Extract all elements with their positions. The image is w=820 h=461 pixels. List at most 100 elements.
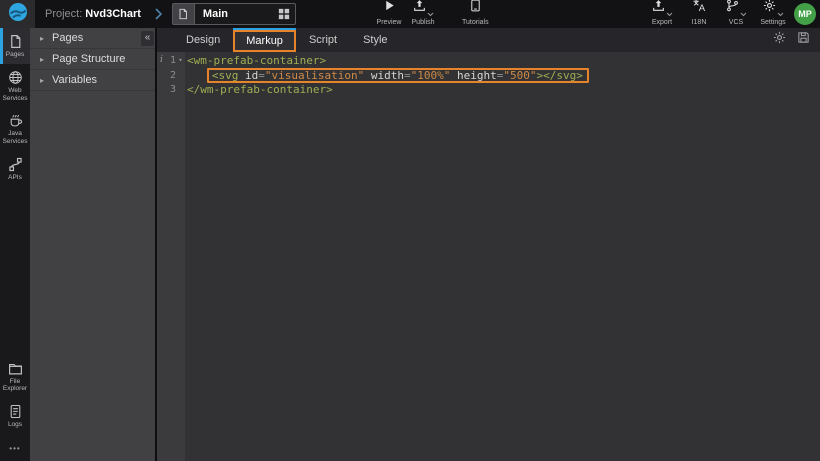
vcs-icon xyxy=(726,0,739,17)
annotation-highlight-box: <svg id="visualisation" width="100%" hei… xyxy=(207,68,589,83)
chevron-right-icon xyxy=(155,8,162,20)
gutter-cell: 3 xyxy=(157,83,185,96)
settings-button[interactable]: Settings xyxy=(760,0,786,28)
page-tab-label: Main xyxy=(195,8,278,20)
sidebar-item-label: APIs xyxy=(1,174,29,182)
toolbar-tutorials: Tutorials xyxy=(462,0,489,28)
markup-settings-button[interactable] xyxy=(773,31,786,49)
gear-icon xyxy=(773,31,786,49)
sidebar-item-web-services[interactable]: Web Services xyxy=(0,64,30,108)
sidebar-item-label: Web Services xyxy=(1,87,29,103)
editor-tabs: DesignMarkupScriptStyle xyxy=(173,28,401,52)
code-text[interactable]: <svg id="visualisation" width="100%" hei… xyxy=(185,67,589,83)
toolbar-center: Preview Publish xyxy=(376,0,436,28)
svg-text:A: A xyxy=(699,3,706,12)
code-lines: i1▾<wm-prefab-container>2 <svg id="visua… xyxy=(157,52,820,96)
publish-label: Publish xyxy=(412,19,435,26)
triangle-right-icon: ▸ xyxy=(40,55,44,64)
triangle-right-icon: ▸ xyxy=(40,76,44,85)
i18n-button[interactable]: A I18N xyxy=(686,0,712,28)
export-button[interactable]: Export xyxy=(649,0,675,28)
i18n-label: I18N xyxy=(692,19,707,26)
sidebar-item-label: Logs xyxy=(1,421,29,429)
caret-down-icon xyxy=(666,12,673,17)
preview-button[interactable]: Preview xyxy=(376,0,402,28)
code-editor[interactable]: i1▾<wm-prefab-container>2 <svg id="visua… xyxy=(157,52,820,461)
coffee-icon xyxy=(8,113,23,128)
project-name: Nvd3Chart xyxy=(85,8,141,20)
page-tab-main[interactable]: Main xyxy=(172,3,296,25)
code-line[interactable]: i1▾<wm-prefab-container> xyxy=(157,54,820,67)
save-icon xyxy=(797,31,810,49)
i18n-icon: A xyxy=(692,0,706,17)
topbar: Project:Nvd3Chart Main Preview Publish T… xyxy=(0,0,820,28)
tutorials-icon xyxy=(469,0,482,17)
grid-icon[interactable] xyxy=(278,8,290,20)
pages-panel: ▸ Pages « ▸ Page Structure ▸ Variables xyxy=(30,28,157,461)
sidebar-item-label: Java Services xyxy=(1,130,29,146)
caret-down-icon xyxy=(427,12,434,17)
panel-section-label: Page Structure xyxy=(52,53,125,65)
triangle-right-icon: ▸ xyxy=(40,34,44,43)
gutter-cell: i1▾ xyxy=(157,54,185,67)
sidebar-item-pages[interactable]: Pages xyxy=(0,28,30,64)
save-button[interactable] xyxy=(797,31,810,49)
log-icon xyxy=(8,404,23,419)
line-number: 3 xyxy=(163,83,176,96)
wavemaker-logo[interactable] xyxy=(0,0,35,28)
tutorials-label: Tutorials xyxy=(462,19,489,26)
page-icon xyxy=(8,34,23,49)
tab-style[interactable]: Style xyxy=(350,28,400,52)
icon-rail-bottom: File Explorer Logs xyxy=(0,355,30,434)
vcs-button[interactable]: VCS xyxy=(723,0,749,28)
panel-section-label: Variables xyxy=(52,74,97,86)
more-menu-button[interactable]: ••• xyxy=(0,434,30,461)
sidebar-item-label: File Explorer xyxy=(1,378,29,394)
line-number: 2 xyxy=(163,69,176,82)
sidebar-item-logs[interactable]: Logs xyxy=(0,398,30,434)
code-text[interactable]: <wm-prefab-container> xyxy=(185,54,326,67)
sidebar-item-java-services[interactable]: Java Services xyxy=(0,107,30,151)
code-text[interactable]: </wm-prefab-container> xyxy=(185,83,333,96)
sidebar-item-apis[interactable]: APIs xyxy=(0,151,30,187)
tab-design[interactable]: Design xyxy=(173,28,233,52)
editor-area: DesignMarkupScriptStyle i1▾<wm-prefab-co… xyxy=(157,28,820,461)
export-label: Export xyxy=(652,19,672,26)
avatar[interactable]: MP xyxy=(794,3,816,25)
preview-label: Preview xyxy=(377,19,402,26)
tab-script[interactable]: Script xyxy=(296,28,350,52)
page-doc-icon xyxy=(173,4,195,24)
caret-down-icon xyxy=(740,12,747,17)
folder-icon xyxy=(8,361,23,376)
gutter-cell: 2 xyxy=(157,67,185,83)
toolbar-right: Export A I18N VCS Settings xyxy=(649,0,786,28)
panel-section-pages[interactable]: ▸ Pages « xyxy=(30,28,155,49)
publish-button[interactable]: Publish xyxy=(410,0,436,28)
sidebar-item-label: Pages xyxy=(1,51,29,59)
api-icon xyxy=(8,157,23,172)
globe-icon xyxy=(8,70,23,85)
settings-label: Settings xyxy=(760,19,785,26)
code-line[interactable]: 2 <svg id="visualisation" width="100%" h… xyxy=(157,67,820,83)
icon-rail: Pages Web Services Java Services APIs Fi… xyxy=(0,28,30,461)
editor-tabbar: DesignMarkupScriptStyle xyxy=(157,28,820,52)
export-icon xyxy=(652,0,665,17)
editor-actions xyxy=(773,28,820,52)
project-label: Project: xyxy=(45,8,82,20)
code-line[interactable]: 3 </wm-prefab-container> xyxy=(157,83,820,96)
wavemaker-ide: Project:Nvd3Chart Main Preview Publish T… xyxy=(0,0,820,461)
project-title: Project:Nvd3Chart xyxy=(45,8,141,20)
fold-arrow-icon[interactable]: ▾ xyxy=(176,54,185,67)
play-icon xyxy=(383,0,396,17)
collapse-panel-button[interactable]: « xyxy=(141,31,154,46)
icon-rail-top: Pages Web Services Java Services APIs xyxy=(0,28,30,187)
vcs-label: VCS xyxy=(729,19,743,26)
tutorials-button[interactable]: Tutorials xyxy=(462,0,489,28)
settings-icon xyxy=(763,0,776,17)
panel-section-variables[interactable]: ▸ Variables xyxy=(30,70,155,91)
publish-icon xyxy=(413,0,426,17)
tab-markup[interactable]: Markup xyxy=(233,28,296,52)
sidebar-item-file-explorer[interactable]: File Explorer xyxy=(0,355,30,399)
panel-section-page-structure[interactable]: ▸ Page Structure xyxy=(30,49,155,70)
panel-section-label: Pages xyxy=(52,32,83,44)
